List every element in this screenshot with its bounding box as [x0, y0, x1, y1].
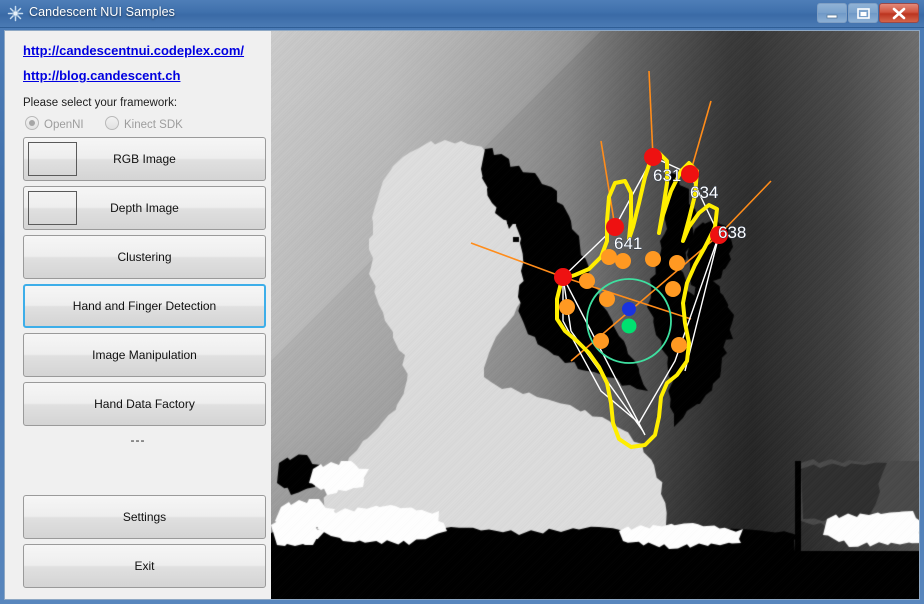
clustering-button[interactable]: Clustering [23, 235, 266, 279]
hand-and-finger-detection-button[interactable]: Hand and Finger Detection [23, 284, 266, 328]
close-button[interactable] [879, 3, 919, 23]
status-text: --- [130, 433, 146, 447]
hand-detection-overlay: 641 631 634 638 [470, 70, 772, 449]
depth-image-button-label: Depth Image [110, 201, 179, 215]
radio-kinect-sdk-dot [105, 116, 119, 130]
depth-image-button[interactable]: Depth Image [23, 186, 266, 230]
clustering-button-label: Clustering [117, 250, 172, 264]
fingertip-label: 641 [614, 234, 642, 253]
client-area: http://candescentnui.codeplex.com/ http:… [4, 30, 920, 600]
radio-kinect-sdk-label: Kinect SDK [124, 119, 183, 131]
radio-openni-dot [25, 116, 39, 130]
image-manipulation-button[interactable]: Image Manipulation [23, 333, 266, 377]
app-window: Candescent NUI Samples http://candescent… [0, 0, 924, 604]
exit-button-label: Exit [134, 559, 155, 573]
minimize-button[interactable] [817, 3, 847, 23]
radio-openni-label: OpenNI [44, 119, 84, 131]
palm-circle [586, 278, 672, 364]
depth-image-view[interactable]: 641 631 634 638 [271, 31, 919, 599]
fingertip-label: 634 [690, 183, 718, 202]
rgb-image-button[interactable]: RGB Image [23, 137, 266, 181]
maximize-button[interactable] [848, 3, 878, 23]
settings-button-label: Settings [122, 510, 167, 524]
window-title: Candescent NUI Samples [29, 5, 176, 19]
settings-button[interactable]: Settings [23, 495, 266, 539]
sidebar-panel: http://candescentnui.codeplex.com/ http:… [5, 31, 271, 599]
hand-data-factory-button[interactable]: Hand Data Factory [23, 382, 266, 426]
framework-label: Please select your framework: [23, 97, 178, 109]
fingertip-label: 638 [718, 223, 746, 242]
fingertip-labels: 641 631 634 638 [614, 166, 747, 254]
title-bar: Candescent NUI Samples [0, 0, 924, 28]
radio-kinect-sdk[interactable]: Kinect SDK [105, 116, 183, 131]
codeplex-link[interactable]: http://candescentnui.codeplex.com/ [23, 43, 244, 58]
fingertip-markers [554, 148, 728, 286]
radio-openni[interactable]: OpenNI [25, 116, 84, 131]
rgb-image-button-label: RGB Image [113, 152, 176, 166]
image-manipulation-button-label: Image Manipulation [92, 348, 197, 362]
snowflake-icon [7, 5, 24, 22]
exit-button[interactable]: Exit [23, 544, 266, 588]
hand-and-finger-detection-button-label: Hand and Finger Detection [72, 299, 217, 313]
blog-link[interactable]: http://blog.candescent.ch [23, 68, 180, 83]
fingertip-label: 631 [653, 166, 681, 185]
hand-data-factory-button-label: Hand Data Factory [94, 397, 195, 411]
